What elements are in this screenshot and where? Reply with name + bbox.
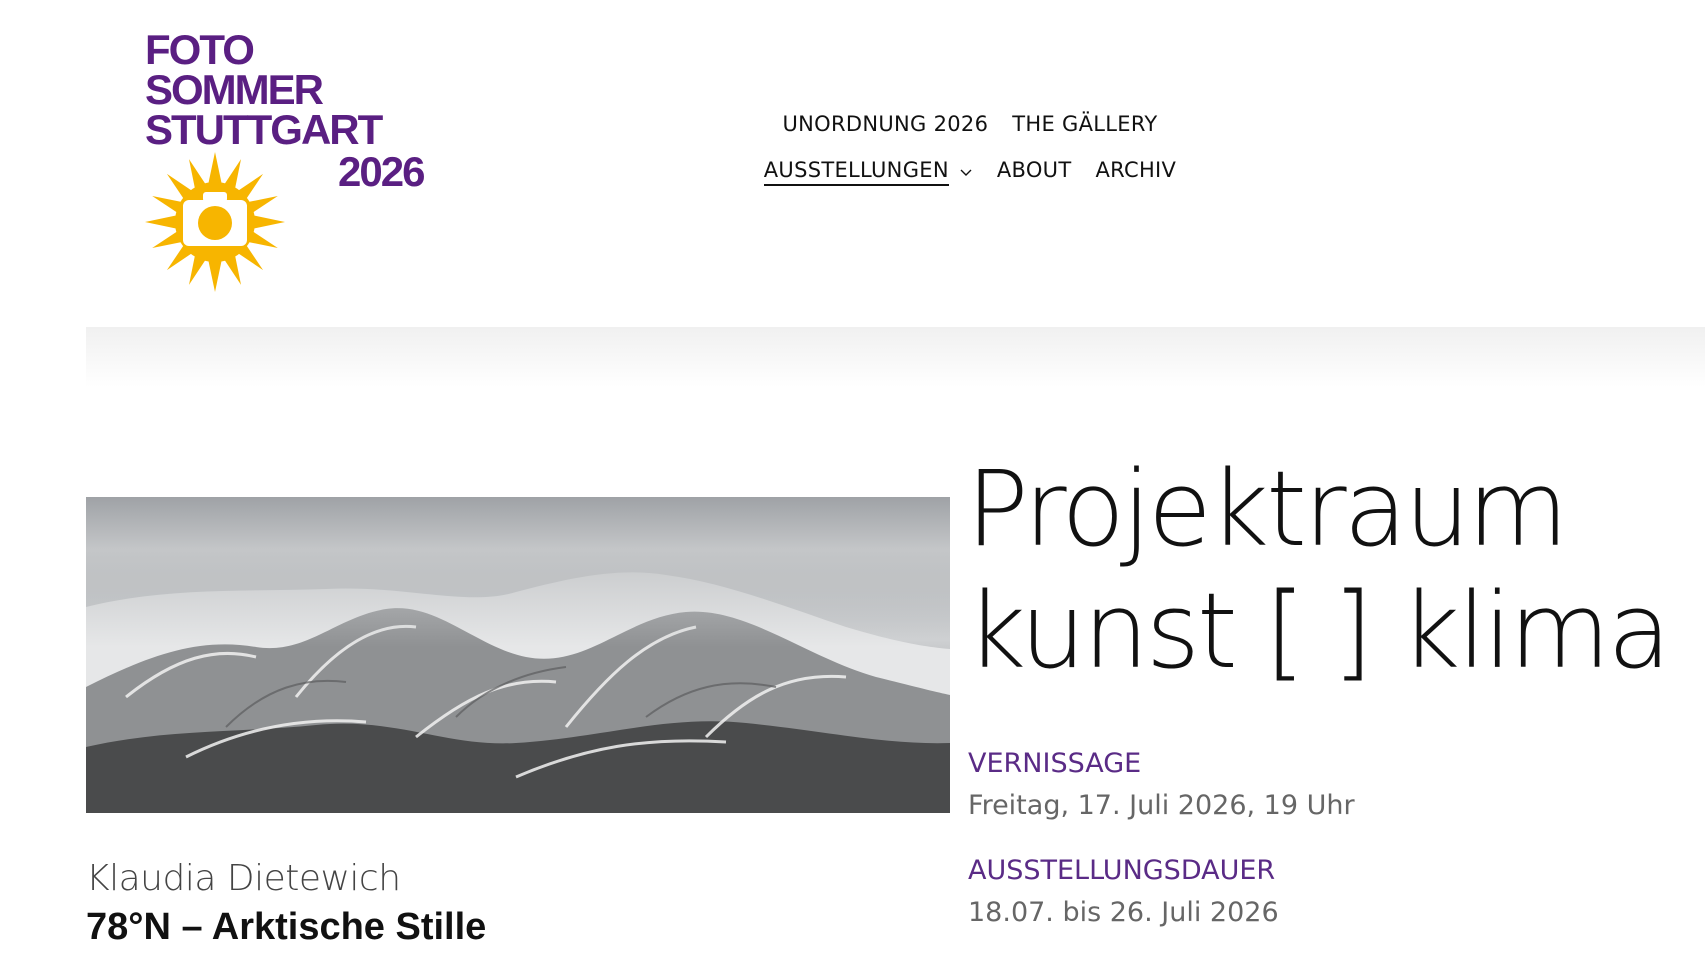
- headline-line-2: kunst [ ] klima: [966, 570, 1671, 692]
- duration-label: AUSSTELLUNGSDAUER: [968, 855, 1276, 886]
- venue-headline: Projektraum kunst [ ] klima: [966, 448, 1696, 692]
- nav-item-unordnung-2026[interactable]: UNORDNUNG 2026: [782, 112, 988, 136]
- logo-line-2: SOMMER: [145, 66, 324, 113]
- nav-item-ausstellungen[interactable]: AUSSTELLUNGEN: [763, 158, 973, 186]
- nav-item-the-gallery[interactable]: THE GÄLLERY: [1012, 112, 1157, 136]
- nav-row-bottom: AUSSTELLUNGEN ABOUT ARCHIV: [740, 158, 1200, 186]
- camera-sun-icon: [145, 152, 285, 292]
- opening-value: Freitag, 17. Juli 2026, 19 Uhr: [968, 790, 1355, 821]
- section-divider: [86, 327, 1705, 387]
- main-nav: UNORDNUNG 2026 THE GÄLLERY AUSSTELLUNGEN…: [740, 112, 1200, 186]
- exhibition-title: 78°N – Arktische Stille: [86, 906, 487, 948]
- logo-wordmark: FOTO SOMMER STUTTGART: [145, 26, 383, 153]
- headline-line-1: Projektraum: [966, 448, 1569, 570]
- logo-line-3: STUTTGART: [145, 106, 383, 153]
- nav-row-top: UNORDNUNG 2026 THE GÄLLERY: [740, 112, 1200, 136]
- nav-item-ausstellungen-label[interactable]: AUSSTELLUNGEN: [763, 158, 949, 186]
- artist-name: Klaudia Dietewich: [86, 858, 401, 899]
- logo-year: 2026: [338, 148, 425, 195]
- logo-line-1: FOTO: [145, 26, 255, 73]
- duration-value: 18.07. bis 26. Juli 2026: [968, 897, 1279, 928]
- site-logo[interactable]: FOTO SOMMER STUTTGART 2026: [145, 26, 455, 292]
- opening-label: VERNISSAGE: [968, 748, 1142, 779]
- exhibition-photo[interactable]: [86, 497, 950, 813]
- arctic-mountain-image: [86, 497, 950, 813]
- nav-item-about[interactable]: ABOUT: [997, 158, 1072, 186]
- chevron-down-icon[interactable]: [959, 165, 973, 179]
- nav-item-archiv[interactable]: ARCHIV: [1095, 158, 1176, 186]
- page: FOTO SOMMER STUTTGART 2026 UNORDNUNG 202…: [0, 0, 1705, 969]
